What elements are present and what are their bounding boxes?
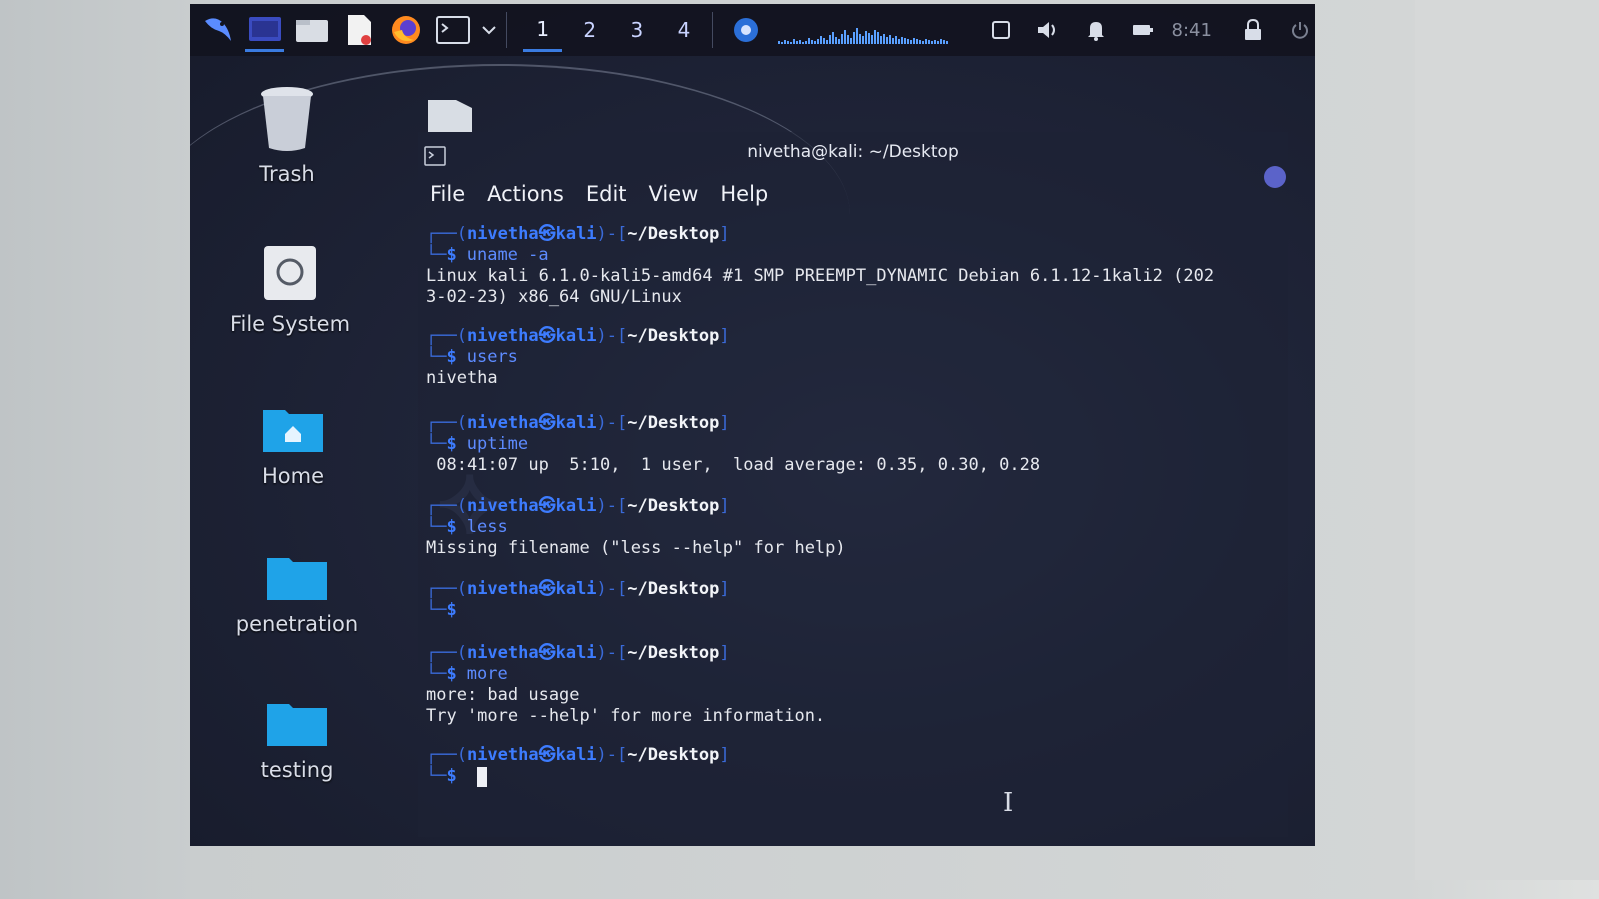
menu-view[interactable]: View [649,182,699,206]
current-prompt[interactable]: ┌──(nivetha㉿kali)-[~/Desktop] └─ $ [426,745,1276,787]
screenshot-icon[interactable] [729,10,764,50]
terminal-session: ┌──(nivetha㉿kali)-[~/Desktop] └─ $ [426,579,730,620]
file-manager-icon[interactable] [292,10,331,50]
prompt-path: ~/Desktop [627,496,720,516]
desktop-icon-home[interactable]: Home [218,404,368,488]
prompt-user: nivetha㉿kali [466,413,597,433]
terminal-launcher-icon[interactable] [433,10,472,50]
power-icon[interactable] [1286,15,1315,45]
command-text: uname -a [466,245,549,265]
desktop-icon-testing[interactable]: testing [222,700,372,782]
menu-bar: File Actions Edit View Help [430,182,768,206]
prompt-path: ~/Desktop [627,643,720,663]
command-text: uptime [466,434,529,454]
terminal-session: ┌──(nivetha㉿kali)-[~/Desktop] └─ $ users n… [426,326,1276,389]
terminal-session: ┌──(nivetha㉿kali)-[~/Desktop] └─ $ uname -… [426,224,1276,308]
command-output: 08:41:07 up 5:10, 1 user, load average: … [426,455,1041,475]
prompt-user: nivetha㉿kali [466,224,597,244]
battery-icon[interactable] [1128,15,1157,45]
prompt-user: nivetha㉿kali [466,745,597,765]
terminal-session: ┌──(nivetha㉿kali)-[~/Desktop] └─ $ less Mi… [426,496,1276,559]
window-title: nivetha@kali: ~/Desktop [747,142,959,162]
desktop-icon-label: penetration [235,612,359,636]
prompt-user: nivetha㉿kali [466,643,597,663]
command-output: Linux kali 6.1.0-kali5-amd64 #1 SMP PREE… [426,266,1215,307]
clipboard-icon[interactable] [986,15,1015,45]
desktop-icon-label: testing [260,758,334,782]
desktop-icon-label: Home [261,464,324,488]
mouse-ibeam-cursor-icon: I [1003,788,1014,818]
desktop-icon-label: File System [229,312,351,336]
menu-edit[interactable]: Edit [586,182,627,206]
clock[interactable]: 8:41 [1172,20,1221,41]
prompt-user: nivetha㉿kali [466,326,597,346]
prompt-path: ~/Desktop [627,745,720,765]
prompt-path: ~/Desktop [627,413,720,433]
network-monitor-icon [777,16,969,44]
kali-menu-icon[interactable] [198,10,237,50]
volume-icon[interactable] [1034,15,1063,45]
terminal-output[interactable]: ┌──(nivetha㉿kali)-[~/Desktop] └─ $ uname -… [426,224,1276,824]
command-text: more [466,664,508,684]
command-text: less [466,517,508,537]
desktop-icon-penetration[interactable]: penetration [222,554,372,636]
command-output: nivetha [426,368,498,388]
notifications-icon[interactable] [1081,15,1110,45]
terminal-session: ┌──(nivetha㉿kali)-[~/Desktop] └─ $ uptime … [426,413,1276,476]
menu-file[interactable]: File [430,182,465,206]
text-editor-icon[interactable] [339,10,378,50]
prompt-user: nivetha㉿kali [466,579,597,599]
workspace-3[interactable]: 3 [617,10,656,50]
folder-icon [222,700,372,752]
trash-icon [212,86,362,156]
command-text: users [466,347,518,367]
firefox-icon[interactable] [386,10,425,50]
drive-icon [215,244,365,306]
monitor-screen: 1 2 3 4 8:41 Trash File System Home pene… [190,4,1315,846]
terminal-window-icon[interactable] [245,9,285,52]
command-output: Missing filename ("less --help" for help… [426,538,846,558]
terminal-window[interactable]: ⟡ nivetha@kali: ~/Desktop File Actions E… [418,132,1288,837]
terminal-session: ┌──(nivetha㉿kali)-[~/Desktop] └─ $ more mo… [426,643,1276,727]
prompt-path: ~/Desktop [627,579,720,599]
menu-actions[interactable]: Actions [487,182,564,206]
workspace-1[interactable]: 1 [523,9,563,52]
background-window [1415,0,1599,880]
close-icon[interactable] [1264,166,1286,188]
lock-icon[interactable] [1238,15,1267,45]
prompt-path: ~/Desktop [627,224,720,244]
command-output: more: bad usage Try 'more --help' for mo… [426,685,826,726]
desktop-icon-label: Trash [259,162,315,186]
menu-help[interactable]: Help [720,182,768,206]
dropdown-icon[interactable] [481,10,499,50]
workspace-2[interactable]: 2 [570,10,609,50]
text-cursor [476,766,487,787]
prompt-user: nivetha㉿kali [466,496,597,516]
folder-icon [222,554,372,606]
top-panel: 1 2 3 4 8:41 [190,4,1315,56]
home-folder-icon [218,404,368,458]
workspace-4[interactable]: 4 [664,10,703,50]
desktop-icon-file-system[interactable]: File System [215,244,365,336]
desktop-icon-trash[interactable]: Trash [212,86,362,186]
panel-separator [711,12,713,48]
panel-separator [506,12,508,48]
prompt-path: ~/Desktop [627,326,720,346]
